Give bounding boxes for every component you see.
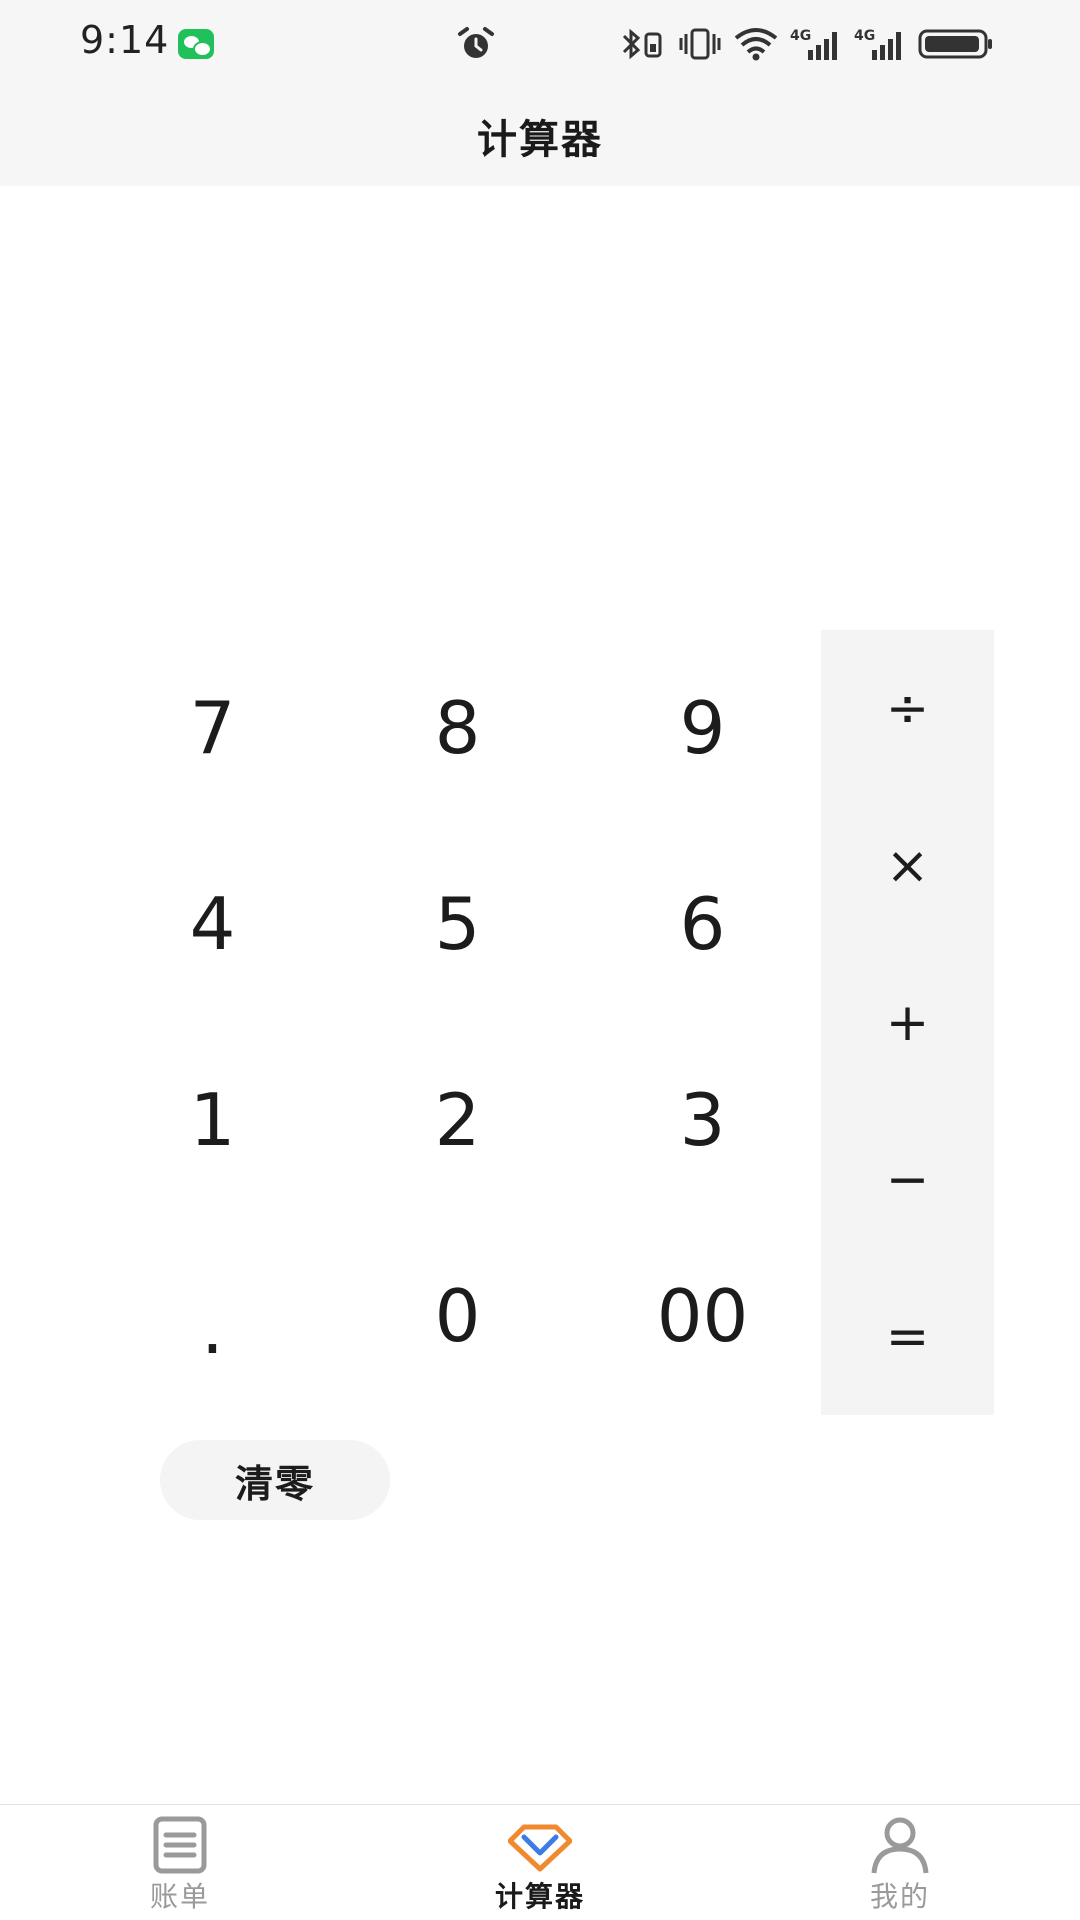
- status-bar: 9:14 4G 4G: [0, 0, 1080, 86]
- title-bar: 计算器: [0, 86, 1080, 186]
- minus-button[interactable]: −: [821, 1101, 994, 1258]
- tab-mine[interactable]: 我的: [720, 1805, 1080, 1920]
- bill-list-icon: [153, 1816, 207, 1874]
- bottom-tab-bar: 账单 计算器 我的: [0, 1804, 1080, 1920]
- vibrate-icon: [679, 28, 721, 60]
- plus-button[interactable]: +: [821, 944, 994, 1101]
- key-1[interactable]: 1: [90, 1022, 335, 1218]
- tab-bill[interactable]: 账单: [0, 1805, 360, 1920]
- svg-text:4G: 4G: [790, 28, 811, 44]
- wechat-icon: [178, 29, 214, 59]
- operator-column: ÷ × + − =: [821, 630, 994, 1415]
- tab-mine-label: 我的: [869, 1880, 930, 1913]
- clear-button[interactable]: 清零: [160, 1440, 390, 1520]
- key-0[interactable]: 0: [335, 1218, 580, 1414]
- divide-button[interactable]: ÷: [821, 630, 994, 787]
- key-7[interactable]: 7: [90, 630, 335, 826]
- key-3[interactable]: 3: [580, 1022, 825, 1218]
- key-9[interactable]: 9: [580, 630, 825, 826]
- key-5[interactable]: 5: [335, 826, 580, 1022]
- alarm-icon: [458, 27, 494, 58]
- tab-calculator[interactable]: 计算器: [360, 1805, 720, 1920]
- calculator-display: [0, 186, 1080, 626]
- number-keypad: 7 8 9 4 5 6 1 2 3 . 0 00: [90, 630, 825, 1415]
- multiply-button[interactable]: ×: [821, 787, 994, 944]
- status-time: 9:14: [80, 18, 170, 62]
- key-00[interactable]: 00: [580, 1218, 825, 1414]
- profile-icon: [871, 1817, 929, 1874]
- svg-text:4G: 4G: [854, 28, 875, 44]
- key-2[interactable]: 2: [335, 1022, 580, 1218]
- page-title: 计算器: [477, 117, 603, 163]
- status-icons: 4G 4G: [618, 24, 994, 64]
- battery-icon: [918, 29, 992, 59]
- equals-button[interactable]: =: [821, 1258, 994, 1415]
- key-decimal[interactable]: .: [90, 1218, 335, 1414]
- calculator-diamond-icon: [508, 1824, 572, 1872]
- signal-4g-icon: 4G: [790, 28, 837, 60]
- signal-4g-icon: 4G: [854, 28, 901, 60]
- wifi-icon: [734, 28, 778, 61]
- key-6[interactable]: 6: [580, 826, 825, 1022]
- bluetooth-icon: [622, 28, 662, 60]
- key-8[interactable]: 8: [335, 630, 580, 826]
- key-4[interactable]: 4: [90, 826, 335, 1022]
- tab-calculator-label: 计算器: [494, 1880, 585, 1913]
- tab-bill-label: 账单: [149, 1880, 210, 1913]
